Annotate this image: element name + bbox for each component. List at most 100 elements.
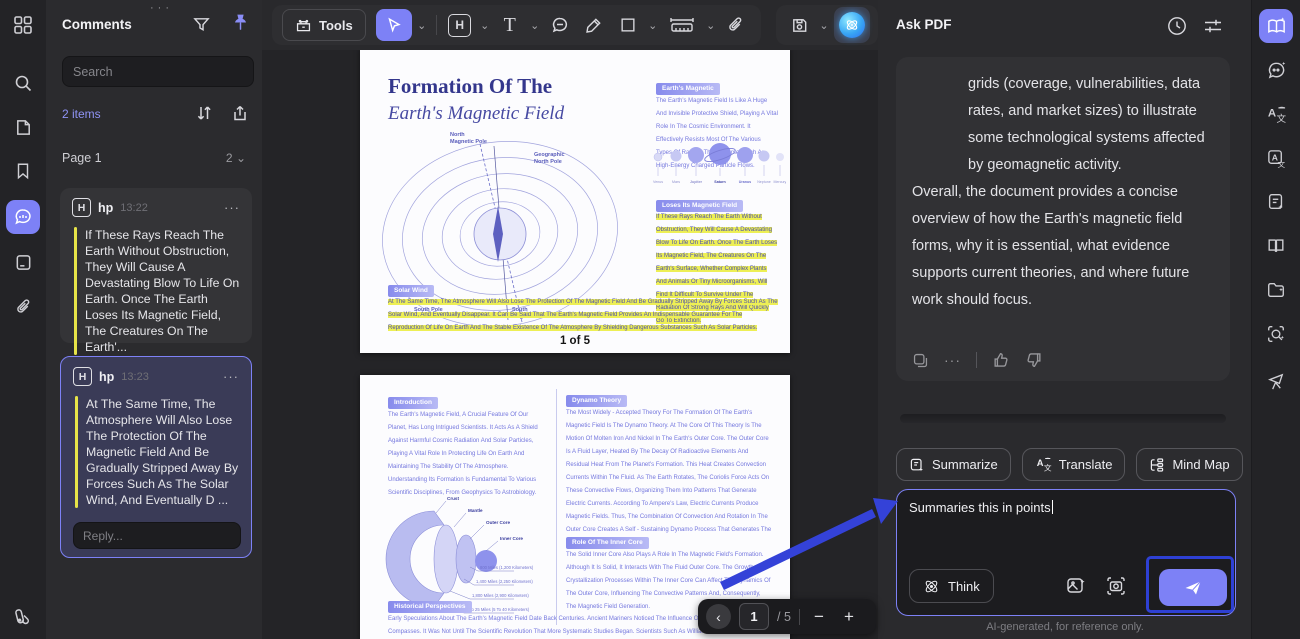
ruler-icon [669, 16, 695, 34]
sort-icon[interactable] [194, 103, 214, 123]
filter-icon[interactable] [192, 15, 211, 34]
comments-search-input[interactable] [62, 56, 254, 87]
history-icon[interactable] [1164, 13, 1190, 39]
ai-chat-icon[interactable] [1259, 53, 1293, 87]
apps-grid-icon[interactable] [6, 8, 40, 42]
page-indicator-label: 1 of 5 [360, 335, 790, 347]
reader-book-icon[interactable] [1259, 229, 1293, 263]
pdf-page-1: Formation Of The Earth's Magnetic Field … [360, 50, 790, 353]
svg-text:Magnetic Pole: Magnetic Pole [450, 139, 487, 145]
save-chevron-icon[interactable]: ⌄ [818, 19, 830, 32]
svg-text:Crust: Crust [447, 496, 459, 501]
comment-menu-icon[interactable]: ··· [223, 369, 239, 384]
search-icon[interactable] [6, 66, 40, 100]
thumbs-up-icon[interactable] [992, 351, 1010, 369]
summarize-button[interactable]: Summarize [896, 448, 1011, 481]
export-icon[interactable] [230, 103, 250, 123]
shape-tool-chevron-icon[interactable]: ⌄ [647, 19, 659, 32]
attachments-icon[interactable] [6, 290, 40, 324]
attach-tool-button[interactable] [721, 9, 751, 41]
send-plane-icon [1183, 578, 1203, 598]
thumbs-down-icon[interactable] [1025, 351, 1043, 369]
settings-sliders-icon[interactable] [1200, 13, 1226, 39]
pin-icon[interactable] [230, 12, 251, 33]
total-pages-label: / 5 [777, 610, 791, 624]
comment-quote: At The Same Time, The Atmosphere Will Al… [86, 396, 239, 508]
ai-assistant-button[interactable] [834, 7, 870, 43]
comments-icon[interactable] [6, 200, 40, 234]
more-actions-icon[interactable]: ··· [944, 352, 961, 368]
comment-tool-button[interactable] [545, 9, 575, 41]
left-icon-rail [0, 0, 47, 639]
tools-button[interactable]: Tools [282, 9, 366, 41]
section-text: The Most Widely - Accepted Theory For Th… [566, 407, 772, 550]
comment-menu-icon[interactable]: ··· [224, 200, 240, 215]
text-tool-chevron-icon[interactable]: ⌄ [529, 19, 541, 32]
think-toggle-button[interactable]: Think [909, 569, 994, 603]
select-tool-chevron-icon[interactable]: ⌄ [416, 19, 428, 32]
zoom-in-button[interactable]: + [838, 607, 860, 627]
comment-author: hp [98, 201, 113, 215]
svg-text:3 To 25 Miles (5 To 40 Kilomet: 3 To 25 Miles (5 To 40 Kilometers) [466, 607, 530, 612]
comments-group-label[interactable]: Page 1 [62, 151, 102, 165]
atom-icon [923, 578, 940, 595]
ask-pdf-book-icon[interactable] [1259, 9, 1293, 43]
svg-text:Uranus: Uranus [739, 180, 751, 184]
insert-image-icon[interactable] [1065, 575, 1087, 597]
current-page-input[interactable]: 1 [739, 603, 769, 630]
svg-text:Saturn: Saturn [714, 180, 725, 184]
reply-input[interactable] [73, 522, 241, 549]
svg-text:A: A [1267, 107, 1275, 119]
actions-divider [976, 352, 977, 368]
measure-tool-button[interactable] [663, 9, 701, 41]
share-feedback-icon[interactable] [1259, 364, 1293, 398]
rectangle-icon [619, 16, 637, 34]
zoom-out-button[interactable]: − [808, 607, 830, 627]
comment-card[interactable]: H hp 13:22 ··· If These Rays Reach The E… [60, 188, 252, 343]
svg-text:Venus: Venus [653, 180, 663, 184]
annotations-icon[interactable] [6, 245, 40, 279]
previous-page-button[interactable]: ‹ [706, 604, 731, 629]
comments-group-count[interactable]: 2 ⌄ [226, 151, 246, 165]
save-button[interactable] [784, 9, 814, 41]
section-text: The Earth's Magnetic Field, A Crucial Fe… [388, 409, 548, 500]
ai-orb-icon [839, 12, 865, 38]
panel-drag-handle[interactable]: ··· [150, 2, 173, 14]
ask-input-value[interactable]: Summaries this in points [909, 500, 1053, 515]
quick-action-chips: Summarize A文 Translate Mind Map [896, 448, 1243, 481]
bookmarks-icon[interactable] [6, 154, 40, 188]
svg-text:Mantle: Mantle [468, 508, 483, 513]
pen-tool-button[interactable] [579, 9, 609, 41]
measure-tool-chevron-icon[interactable]: ⌄ [705, 19, 717, 32]
summarize-doc-icon[interactable] [1259, 185, 1293, 219]
svg-text:A: A [1036, 458, 1043, 468]
svg-text:Jupiter: Jupiter [690, 180, 703, 184]
mind-map-button[interactable]: Mind Map [1136, 448, 1242, 481]
highlight-color-bar [75, 396, 78, 508]
pager-divider [799, 609, 800, 625]
highlight-tool-chevron-icon[interactable]: ⌄ [479, 19, 491, 32]
select-tool-button[interactable] [376, 9, 412, 41]
document-viewport[interactable]: Formation Of The Earth's Magnetic Field … [262, 50, 878, 639]
theme-palette-icon[interactable] [6, 600, 40, 634]
text-tool-button[interactable]: T [495, 9, 525, 41]
ask-input-box[interactable]: Summaries this in points Think [896, 489, 1236, 616]
svg-text:Geographic: Geographic [534, 152, 565, 158]
translate-text-icon[interactable]: A文 [1259, 97, 1293, 131]
planets-diagram: VenusMars Jupiter Saturn Uranus NeptuneM… [648, 140, 786, 190]
ai-search-icon[interactable] [1259, 317, 1293, 351]
comment-card-selected[interactable]: H hp 13:23 ··· At The Same Time, The Atm… [60, 356, 252, 558]
paperclip-icon [726, 16, 745, 35]
send-button[interactable] [1159, 569, 1227, 606]
highlight-tool-button[interactable]: H [445, 9, 475, 41]
translate-page-icon[interactable]: A文 [1259, 141, 1293, 175]
section-badge: Solar Wind [388, 285, 434, 297]
translate-button[interactable]: A文 Translate [1022, 448, 1126, 481]
toolbar-divider [436, 15, 437, 35]
ai-folder-icon[interactable] [1259, 273, 1293, 307]
pages-icon[interactable] [6, 110, 40, 144]
ask-pdf-title: Ask PDF [896, 17, 952, 32]
copy-icon[interactable] [912, 352, 929, 369]
shape-tool-button[interactable] [613, 9, 643, 41]
screenshot-camera-icon[interactable] [1105, 575, 1127, 597]
